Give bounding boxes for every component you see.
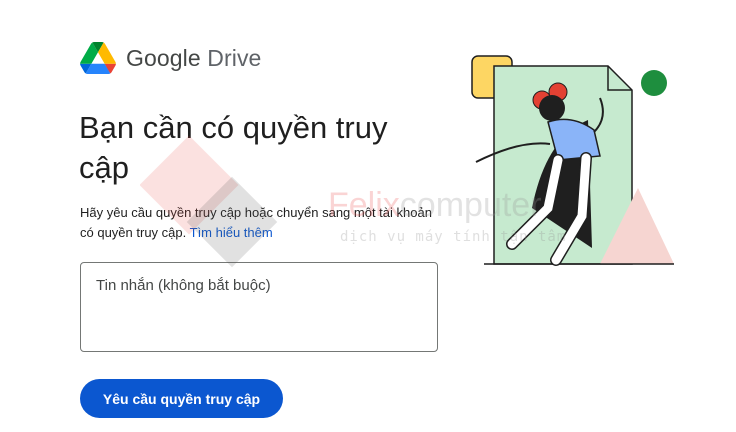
product-name: Google Drive (126, 45, 261, 72)
green-circle-shape (641, 70, 667, 96)
message-field-container (80, 262, 438, 352)
brand-header: Google Drive (80, 42, 261, 74)
access-denied-illustration (471, 55, 674, 266)
message-input[interactable] (81, 263, 437, 351)
product-name-google: Google (126, 44, 201, 71)
person-head (539, 95, 565, 121)
learn-more-link[interactable]: Tìm hiểu thêm (190, 225, 273, 240)
page-title: Bạn cần có quyền truy cập (79, 110, 388, 185)
access-description: Hãy yêu cầu quyền truy cập hoặc chuyển s… (80, 203, 440, 243)
request-access-button[interactable]: Yêu cầu quyền truy cập (80, 379, 283, 418)
product-name-drive: Drive (207, 44, 262, 71)
google-drive-logo-icon (80, 42, 116, 74)
